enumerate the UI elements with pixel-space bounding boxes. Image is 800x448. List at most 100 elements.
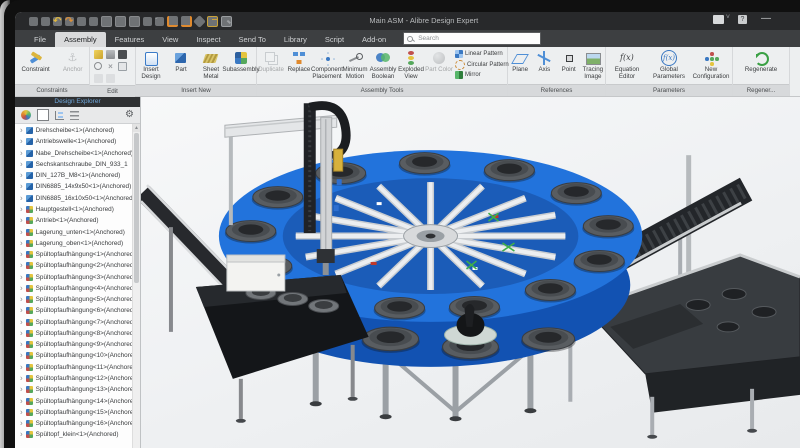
scroll-up-arrow-icon[interactable]: ▲ bbox=[133, 124, 140, 132]
edit-box-icon[interactable] bbox=[118, 50, 127, 59]
expander-chevron-icon[interactable]: › bbox=[20, 227, 23, 236]
edit-color-icon[interactable] bbox=[94, 50, 103, 59]
tree-item[interactable]: › Spültopfaufhängung<10>(Anchored) bbox=[15, 350, 133, 361]
ribbon-tab[interactable]: Library bbox=[275, 32, 316, 47]
tree-item[interactable]: › Spültopfaufhängung<9>(Anchored) bbox=[15, 339, 133, 350]
expander-chevron-icon[interactable]: › bbox=[20, 204, 23, 213]
measure-icon[interactable] bbox=[193, 15, 206, 28]
tree-item[interactable]: › Spültopfaufhängung<6>(Anchored) bbox=[15, 305, 133, 316]
tree-item[interactable]: › Spültopfaufhängung<12>(Anchored) bbox=[15, 373, 133, 384]
expander-chevron-icon[interactable]: › bbox=[20, 171, 23, 180]
expander-chevron-icon[interactable]: › bbox=[20, 182, 23, 191]
tree-item[interactable]: › Spültopfaufhängung<11>(Anchored) bbox=[15, 362, 133, 373]
export-icon[interactable] bbox=[143, 17, 152, 26]
ribbon-button[interactable]: Linear Pattern bbox=[455, 50, 509, 58]
tree-item[interactable]: › Spültopfaufhängung<8>(Anchored) bbox=[15, 328, 133, 339]
search-input[interactable] bbox=[416, 34, 537, 43]
tree-item[interactable]: › Nabe_Drehscheibe<1>(Anchored) bbox=[15, 148, 133, 159]
tree-item[interactable]: › DIN_127B_M8<1>(Anchored) bbox=[15, 170, 133, 181]
expander-chevron-icon[interactable]: › bbox=[20, 261, 23, 270]
tree-item[interactable]: › Drehscheibe<1>(Anchored) bbox=[15, 125, 133, 136]
dropdown-caret-icon[interactable]: ˇ bbox=[155, 17, 164, 26]
copy-icon[interactable] bbox=[101, 16, 112, 27]
undo-icon[interactable]: ↶ bbox=[53, 17, 62, 26]
color-wheel-icon[interactable] bbox=[21, 110, 31, 120]
ribbon-tab[interactable]: Inspect bbox=[187, 32, 229, 47]
ribbon-button[interactable]: Point bbox=[557, 48, 581, 74]
tree-item[interactable]: › Spültopfaufhängung<3>(Anchored) bbox=[15, 271, 133, 282]
ribbon-button[interactable]: Mirror bbox=[455, 71, 509, 79]
expander-chevron-icon[interactable]: › bbox=[20, 250, 23, 259]
keyshot-icon[interactable] bbox=[207, 16, 218, 27]
tree-item[interactable]: › Spültopf_klein<1>(Anchored) bbox=[15, 429, 133, 440]
edit-dim1-icon[interactable] bbox=[94, 74, 103, 83]
ribbon-button[interactable]: Component Placement bbox=[313, 48, 341, 81]
expander-chevron-icon[interactable]: › bbox=[20, 317, 23, 326]
expander-chevron-icon[interactable]: › bbox=[20, 283, 23, 292]
list-tool-icon[interactable] bbox=[70, 111, 79, 120]
ribbon-tab[interactable]: Send To bbox=[230, 32, 275, 47]
tree-item[interactable]: › Spültopfaufhängung<2>(Anchored) bbox=[15, 260, 133, 271]
expander-chevron-icon[interactable]: › bbox=[20, 137, 23, 146]
expander-chevron-icon[interactable]: › bbox=[20, 295, 23, 304]
ribbon-button[interactable]: Subassembly bbox=[227, 48, 256, 74]
ribbon-tab[interactable]: Assembly bbox=[55, 32, 106, 47]
ribbon-button[interactable]: Circular Pattern bbox=[455, 60, 509, 70]
tree-item[interactable]: › Antrieb<1>(Anchored) bbox=[15, 215, 133, 226]
save-icon[interactable] bbox=[41, 17, 50, 26]
expander-chevron-icon[interactable]: › bbox=[20, 193, 23, 202]
expander-chevron-icon[interactable]: › bbox=[20, 238, 23, 247]
ribbon-tab[interactable]: File bbox=[25, 32, 55, 47]
scrollbar-thumb[interactable] bbox=[134, 133, 139, 283]
expander-chevron-icon[interactable]: › bbox=[20, 373, 23, 382]
tree-item[interactable]: › Spültopfaufhängung<15>(Anchored) bbox=[15, 407, 133, 418]
edit-rotate-icon[interactable] bbox=[94, 62, 102, 70]
ribbon-button[interactable]: Part bbox=[167, 48, 196, 74]
tree-item[interactable]: › Spültopfaufhängung<4>(Anchored) bbox=[15, 283, 133, 294]
paste-icon[interactable] bbox=[115, 16, 126, 27]
tree-item[interactable]: › Lagerung_unten<1>(Anchored) bbox=[15, 226, 133, 237]
ribbon-button[interactable]: New Configuration bbox=[692, 48, 730, 81]
corner-left-icon[interactable] bbox=[167, 16, 178, 27]
expander-chevron-icon[interactable]: › bbox=[20, 396, 23, 405]
ribbon-button[interactable]: Global Parameters bbox=[650, 48, 688, 81]
expander-chevron-icon[interactable]: › bbox=[20, 362, 23, 371]
tree-item[interactable]: › Lagerung_oben<1>(Anchored) bbox=[15, 238, 133, 249]
expander-chevron-icon[interactable]: › bbox=[20, 148, 23, 157]
zoom-tool-icon[interactable] bbox=[221, 16, 232, 27]
edit-delete-icon[interactable]: × bbox=[106, 62, 115, 71]
expander-chevron-icon[interactable]: › bbox=[20, 385, 23, 394]
edit-copy-icon[interactable] bbox=[118, 62, 127, 71]
expander-chevron-icon[interactable]: › bbox=[20, 430, 23, 439]
corner-right-icon[interactable] bbox=[181, 16, 192, 27]
ribbon-button[interactable]: Exploded View bbox=[397, 48, 425, 81]
tree-item[interactable]: › Spültopfaufhängung<5>(Anchored) bbox=[15, 294, 133, 305]
expander-chevron-icon[interactable]: › bbox=[20, 340, 23, 349]
redo-icon[interactable]: ↷ bbox=[65, 17, 74, 26]
ribbon-button[interactable]: Axis bbox=[532, 48, 556, 74]
ribbon-button[interactable]: Minimum Motion bbox=[341, 48, 369, 81]
document-icon[interactable] bbox=[129, 16, 140, 27]
open-folder-icon[interactable] bbox=[77, 17, 86, 26]
expander-chevron-icon[interactable]: › bbox=[20, 407, 23, 416]
ribbon-button[interactable]: Sheet Metal bbox=[197, 48, 226, 81]
import-icon[interactable] bbox=[89, 17, 98, 26]
window-layout-icon[interactable] bbox=[713, 15, 724, 24]
tree-item[interactable]: › Hauptgestell<1>(Anchored) bbox=[15, 204, 133, 215]
assembly-viewport[interactable] bbox=[141, 97, 800, 448]
tree-item[interactable]: › DIN6885_16x10x50<1>(Anchored) bbox=[15, 193, 133, 204]
tree-item[interactable]: › Spültopfaufhängung<14>(Anchored) bbox=[15, 395, 133, 406]
ribbon-button[interactable]: Replace bbox=[285, 48, 313, 81]
expander-chevron-icon[interactable]: › bbox=[20, 328, 23, 337]
tree-item[interactable]: › DIN6885_14x9x50<1>(Anchored) bbox=[15, 181, 133, 192]
ribbon-button[interactable]: Part Color bbox=[425, 48, 453, 81]
ribbon-button[interactable]: Insert Design bbox=[137, 48, 166, 81]
ribbon-tab[interactable]: Script bbox=[316, 32, 353, 47]
ribbon-button[interactable]: Anchor bbox=[63, 48, 83, 74]
ribbon-button[interactable]: Equation Editor bbox=[608, 48, 646, 81]
edit-dim2-icon[interactable] bbox=[106, 74, 115, 83]
tree-item[interactable]: › Sechskantschraube_DIN_933_1 bbox=[15, 159, 133, 170]
ribbon-button[interactable]: Duplicate bbox=[257, 48, 285, 81]
expander-chevron-icon[interactable]: › bbox=[20, 159, 23, 168]
tree-item[interactable]: › Spültopfaufhängung<13>(Anchored) bbox=[15, 384, 133, 395]
